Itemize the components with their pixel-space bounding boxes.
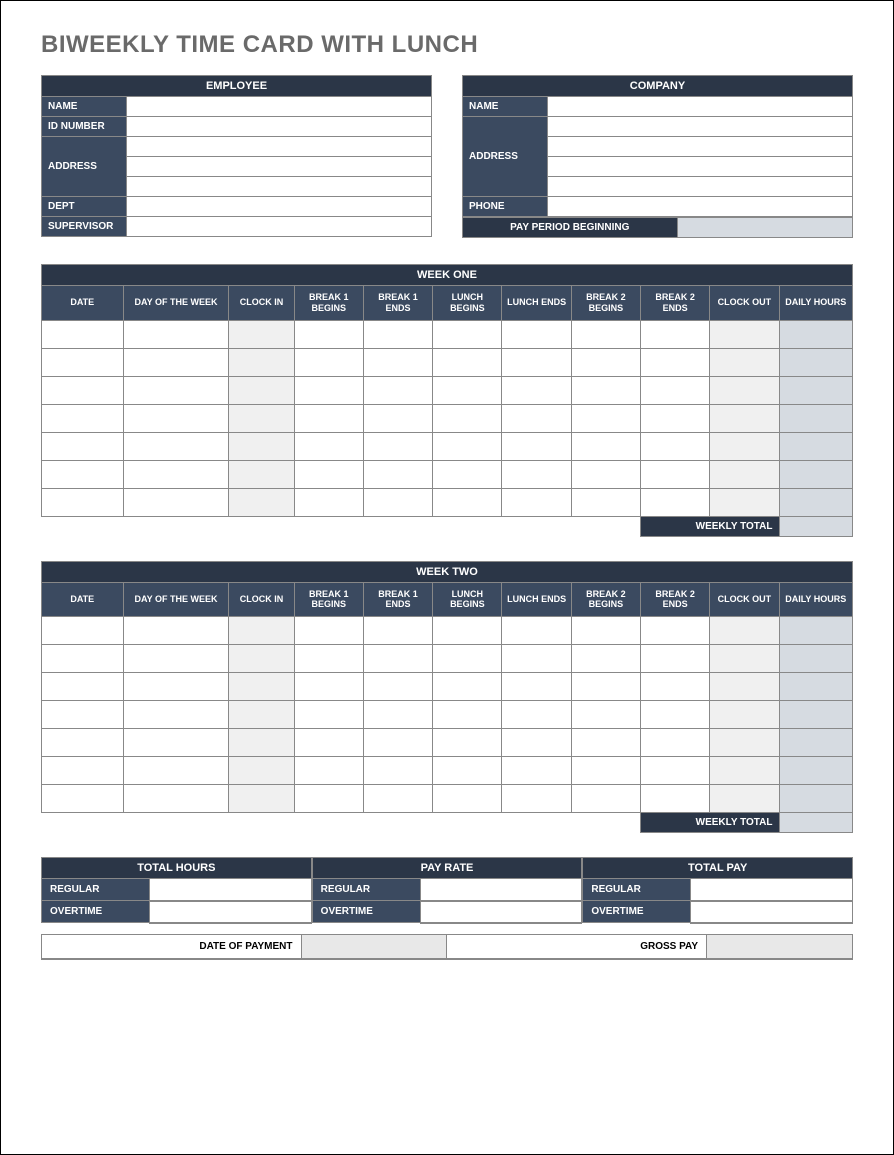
pay-overtime-label: OVERTIME <box>583 901 691 923</box>
company-address-label: ADDRESS <box>463 117 548 197</box>
col-le: LUNCH ENDS <box>502 286 571 321</box>
pay-rate-header: PAY RATE <box>312 858 582 879</box>
company-address-field-2[interactable] <box>548 137 853 157</box>
col-clock-in: CLOCK IN <box>229 582 294 617</box>
hours-overtime-field[interactable] <box>149 901 311 923</box>
employee-address-field-1[interactable] <box>127 137 432 157</box>
table-row <box>42 617 853 645</box>
rate-regular-label: REGULAR <box>312 879 420 901</box>
table-row <box>42 376 853 404</box>
employee-id-label: ID NUMBER <box>42 117 127 137</box>
col-b1b: BREAK 1 BEGINS <box>294 582 363 617</box>
week-one-total-label: WEEKLY TOTAL <box>640 516 779 536</box>
week-two-total-field[interactable] <box>779 813 852 833</box>
employee-supervisor-field[interactable] <box>127 217 432 237</box>
col-clock-out: CLOCK OUT <box>710 286 779 321</box>
col-daily: DAILY HOURS <box>779 286 852 321</box>
date-of-payment-field[interactable] <box>301 934 447 959</box>
total-pay-box: TOTAL PAY REGULAR OVERTIME <box>582 857 853 924</box>
company-name-label: NAME <box>463 97 548 117</box>
total-hours-header: TOTAL HOURS <box>42 858 312 879</box>
hours-regular-field[interactable] <box>149 879 311 901</box>
col-b2b: BREAK 2 BEGINS <box>571 286 640 321</box>
info-row: EMPLOYEE NAME ID NUMBER ADDRESS DEPT <box>41 75 853 238</box>
pay-regular-field[interactable] <box>691 879 853 901</box>
total-hours-box: TOTAL HOURS REGULAR OVERTIME <box>41 857 312 924</box>
company-phone-label: PHONE <box>463 197 548 217</box>
page-title: BIWEEKLY TIME CARD WITH LUNCH <box>41 31 853 59</box>
col-b2b: BREAK 2 BEGINS <box>571 582 640 617</box>
col-dow: DAY OF THE WEEK <box>123 582 229 617</box>
table-row <box>42 404 853 432</box>
week-one-block: WEEK ONE DATE DAY OF THE WEEK CLOCK IN B… <box>41 264 853 537</box>
col-dow: DAY OF THE WEEK <box>123 286 229 321</box>
date-of-payment-label: DATE OF PAYMENT <box>42 934 302 959</box>
employee-name-field[interactable] <box>127 97 432 117</box>
table-row <box>42 729 853 757</box>
pay-rate-box: PAY RATE REGULAR OVERTIME <box>312 857 583 924</box>
employee-address-field-2[interactable] <box>127 157 432 177</box>
company-name-field[interactable] <box>548 97 853 117</box>
footer-table: DATE OF PAYMENT GROSS PAY <box>41 934 853 960</box>
table-row <box>42 673 853 701</box>
col-daily: DAILY HOURS <box>779 582 852 617</box>
employee-supervisor-label: SUPERVISOR <box>42 217 127 237</box>
company-box: COMPANY NAME ADDRESS PHONE <box>462 75 853 238</box>
table-row <box>42 432 853 460</box>
total-pay-header: TOTAL PAY <box>583 858 853 879</box>
col-b1e: BREAK 1 ENDS <box>363 582 432 617</box>
pay-overtime-field[interactable] <box>691 901 853 923</box>
employee-name-label: NAME <box>42 97 127 117</box>
week-two-total-label: WEEKLY TOTAL <box>640 813 779 833</box>
col-b2e: BREAK 2 ENDS <box>640 582 709 617</box>
table-row <box>42 701 853 729</box>
hours-overtime-label: OVERTIME <box>42 901 150 923</box>
table-row <box>42 348 853 376</box>
employee-box: EMPLOYEE NAME ID NUMBER ADDRESS DEPT <box>41 75 432 238</box>
table-row <box>42 488 853 516</box>
col-b2e: BREAK 2 ENDS <box>640 286 709 321</box>
col-le: LUNCH ENDS <box>502 582 571 617</box>
employee-header: EMPLOYEE <box>42 76 432 97</box>
summary-row: TOTAL HOURS REGULAR OVERTIME PAY RATE RE… <box>41 857 853 924</box>
col-lb: LUNCH BEGINS <box>433 582 502 617</box>
rate-regular-field[interactable] <box>420 879 582 901</box>
week-two-header: WEEK TWO <box>42 561 853 582</box>
col-date: DATE <box>42 582 124 617</box>
table-row <box>42 460 853 488</box>
hours-regular-label: REGULAR <box>42 879 150 901</box>
page: BIWEEKLY TIME CARD WITH LUNCH EMPLOYEE N… <box>0 0 894 1155</box>
col-clock-out: CLOCK OUT <box>710 582 779 617</box>
company-phone-field[interactable] <box>548 197 853 217</box>
table-row <box>42 320 853 348</box>
week-one-total-field[interactable] <box>779 516 852 536</box>
table-row <box>42 785 853 813</box>
col-b1b: BREAK 1 BEGINS <box>294 286 363 321</box>
gross-pay-label: GROSS PAY <box>447 934 707 959</box>
col-date: DATE <box>42 286 124 321</box>
company-address-field-3[interactable] <box>548 157 853 177</box>
company-address-field-1[interactable] <box>548 117 853 137</box>
pay-period-field[interactable] <box>677 218 853 238</box>
company-header: COMPANY <box>463 76 853 97</box>
employee-dept-field[interactable] <box>127 197 432 217</box>
employee-dept-label: DEPT <box>42 197 127 217</box>
rate-overtime-label: OVERTIME <box>312 901 420 923</box>
col-lb: LUNCH BEGINS <box>433 286 502 321</box>
company-address-field-4[interactable] <box>548 177 853 197</box>
pay-period-label: PAY PERIOD BEGINNING <box>463 218 678 238</box>
employee-address-field-3[interactable] <box>127 177 432 197</box>
table-row <box>42 757 853 785</box>
pay-regular-label: REGULAR <box>583 879 691 901</box>
col-b1e: BREAK 1 ENDS <box>363 286 432 321</box>
employee-address-label: ADDRESS <box>42 137 127 197</box>
week-one-header: WEEK ONE <box>42 265 853 286</box>
col-clock-in: CLOCK IN <box>229 286 294 321</box>
week-two-block: WEEK TWO DATE DAY OF THE WEEK CLOCK IN B… <box>41 561 853 834</box>
table-row <box>42 645 853 673</box>
rate-overtime-field[interactable] <box>420 901 582 923</box>
employee-id-field[interactable] <box>127 117 432 137</box>
gross-pay-field[interactable] <box>707 934 853 959</box>
